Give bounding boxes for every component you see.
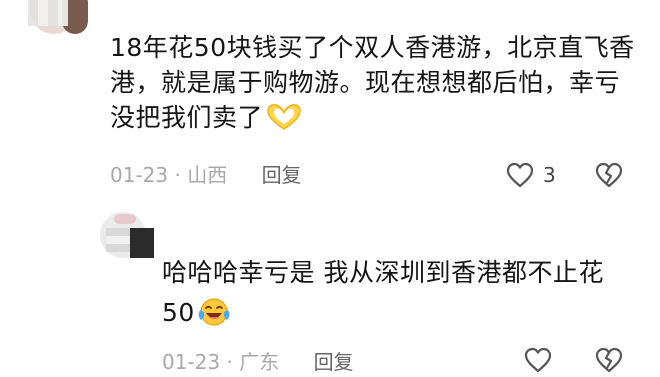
reply-button[interactable]: 回复: [314, 350, 354, 374]
comment-meta: 01-23 · 广东 回复: [162, 347, 354, 377]
dislike-button[interactable]: [594, 160, 624, 190]
avatar-mosaic: [28, 0, 68, 26]
meta-separator: ·: [226, 350, 233, 374]
heart-hands-icon: [267, 104, 301, 130]
comment-date: 01-23: [162, 350, 221, 374]
heart-icon: [506, 162, 534, 188]
like-count: 3: [543, 163, 556, 187]
comment-location: 广东: [239, 350, 280, 374]
avatar[interactable]: [10, 0, 100, 40]
broken-heart-icon: [595, 347, 623, 373]
comment-meta: 01-23 · 山西 回复: [110, 160, 302, 190]
broken-heart-icon: [595, 162, 623, 188]
laugh-cry-icon: [198, 298, 230, 326]
avatar-mosaic: [106, 228, 132, 252]
comment-date: 01-23: [110, 163, 169, 187]
meta-separator: ·: [174, 163, 181, 187]
reply-button[interactable]: 回复: [262, 163, 302, 187]
avatar-accent: [114, 214, 136, 224]
like-button[interactable]: 3: [505, 160, 556, 190]
avatar[interactable]: [100, 212, 156, 258]
comment-text: 18年花50块钱买了个双人香港游，北京直飞香港，就是属于购物游。现在想想都后怕，…: [110, 30, 640, 135]
comment-location: 山西: [187, 163, 228, 187]
heart-icon: [524, 347, 552, 373]
dislike-button[interactable]: [594, 345, 624, 375]
avatar-shade: [130, 228, 154, 258]
comment-body: 18年花50块钱买了个双人香港游，北京直飞香港，就是属于购物游。现在想想都后怕，…: [110, 33, 635, 132]
comment-text: 哈哈哈幸亏是 我从深圳到香港都不止花50: [162, 253, 632, 333]
like-button[interactable]: [523, 345, 553, 375]
